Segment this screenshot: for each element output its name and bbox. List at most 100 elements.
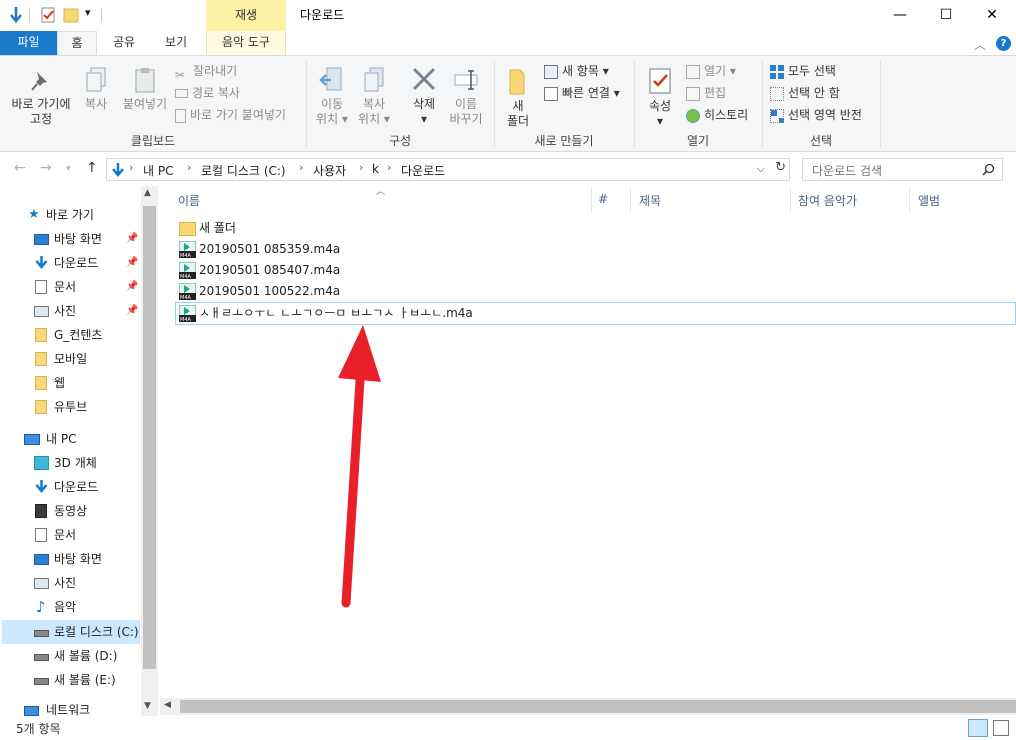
column-divider[interactable]: [591, 188, 592, 212]
column-header-title[interactable]: 제목: [639, 192, 661, 209]
nav-item-desktop[interactable]: 바탕 화면 📌: [34, 227, 138, 251]
nav-item-folder[interactable]: 모바일: [34, 347, 87, 371]
minimize-button[interactable]: —: [877, 0, 923, 31]
paste-button[interactable]: 붙여넣기: [118, 66, 172, 112]
nav-this-pc[interactable]: 내 PC: [24, 427, 76, 451]
column-header-number[interactable]: #: [598, 192, 608, 206]
nav-pc-volume-d[interactable]: 새 볼륨 (D:): [34, 644, 117, 668]
column-divider[interactable]: [630, 188, 631, 212]
open-button[interactable]: 열기 ▾: [686, 61, 736, 81]
help-icon[interactable]: ?: [996, 36, 1011, 51]
select-all-button[interactable]: 모두 선택: [770, 61, 836, 81]
up-arrow-icon[interactable]: ↑: [86, 160, 98, 176]
search-box[interactable]: 다운로드 검색: [802, 158, 1003, 181]
nav-network[interactable]: 네트워크: [24, 698, 90, 716]
svg-text:M4A: M4A: [180, 295, 191, 300]
breadcrumb-this-pc[interactable]: 내 PC: [143, 162, 173, 179]
search-icon[interactable]: [982, 163, 995, 176]
nav-pc-videos[interactable]: 동영상: [34, 499, 87, 523]
nav-item-downloads[interactable]: 다운로드 📌: [34, 251, 138, 275]
svg-text:M4A: M4A: [180, 317, 191, 322]
cut-button[interactable]: ✂ 잘라내기: [175, 61, 237, 82]
rename-button[interactable]: 이름 바꾸기: [446, 66, 486, 127]
easy-access-button[interactable]: 빠른 연결 ▾: [544, 83, 620, 103]
nav-pc-documents[interactable]: 문서: [34, 523, 76, 547]
details-view-icon[interactable]: [968, 719, 988, 737]
move-to-button[interactable]: 이동 위치 ▾: [312, 66, 352, 127]
properties-label: 속성 ▾: [648, 99, 672, 128]
pin-quick-access-button[interactable]: 바로 가기에 고정: [4, 68, 78, 127]
paste-shortcut-button[interactable]: 바로 가기 붙여넣기: [175, 105, 286, 125]
refresh-icon[interactable]: ↻: [775, 160, 786, 175]
breadcrumb-separator[interactable]: ›: [129, 161, 133, 174]
maximize-button[interactable]: ☐: [923, 0, 969, 31]
nav-pc-music[interactable]: ♪ 음악: [34, 595, 76, 619]
h-scrollbar-thumb[interactable]: [180, 700, 1016, 713]
nav-pc-downloads[interactable]: 다운로드: [34, 475, 98, 499]
column-divider[interactable]: [909, 188, 910, 212]
scroll-left-arrow-icon[interactable]: ◀: [164, 700, 171, 710]
new-folder-button[interactable]: 새 폴더: [500, 66, 536, 129]
scroll-down-arrow-icon[interactable]: ▼: [144, 701, 151, 711]
history-button[interactable]: 히스토리: [686, 105, 748, 125]
properties-button[interactable]: 속성 ▾: [640, 66, 680, 129]
nav-pc-3d-objects[interactable]: 3D 개체: [34, 451, 97, 475]
column-divider[interactable]: [790, 188, 791, 212]
address-bar[interactable]: › 내 PC › 로컬 디스크 (C:) › 사용자 › k › 다운로드 ⌵ …: [106, 158, 790, 181]
delete-x-icon: [412, 67, 436, 91]
tab-share[interactable]: 공유: [104, 31, 144, 55]
new-item-button[interactable]: 새 항목 ▾: [544, 61, 609, 81]
nav-pc-pictures[interactable]: 사진: [34, 571, 76, 595]
new-folder-quick-icon[interactable]: [63, 6, 79, 24]
breadcrumb-separator[interactable]: ›: [387, 161, 391, 174]
nav-quick-access[interactable]: ★ 바로 가기: [28, 203, 94, 227]
tab-home[interactable]: 홈: [57, 31, 97, 56]
nav-pc-desktop[interactable]: 바탕 화면: [34, 547, 102, 571]
nav-pc-volume-e[interactable]: 새 볼륨 (E:): [34, 668, 116, 692]
tab-music-tools[interactable]: 음악 도구: [206, 31, 286, 55]
invert-selection-button[interactable]: 선택 영역 반전: [770, 105, 862, 125]
collapse-ribbon-icon[interactable]: ︿: [974, 36, 986, 53]
forward-arrow-icon[interactable]: →: [40, 160, 52, 176]
pin-icon: [31, 72, 47, 91]
large-icons-view-icon[interactable]: [993, 720, 1009, 736]
address-dropdown-icon[interactable]: ⌵: [757, 162, 765, 176]
column-header-artist[interactable]: 참여 음악가: [798, 192, 857, 209]
folder-icon: [35, 400, 47, 414]
close-button[interactable]: ✕: [969, 0, 1015, 31]
select-none-button[interactable]: 선택 안 함: [770, 83, 840, 103]
move-to-icon: [319, 67, 342, 91]
breadcrumb-user-k[interactable]: k: [372, 162, 379, 176]
properties-quick-icon[interactable]: [40, 6, 56, 24]
column-header-album[interactable]: 앨범: [918, 192, 940, 209]
scroll-up-arrow-icon[interactable]: ▲: [144, 188, 151, 198]
nav-item-folder[interactable]: 유투브: [34, 395, 87, 419]
copy-to-button[interactable]: 복사 위치 ▾: [354, 66, 394, 127]
breadcrumb-separator[interactable]: ›: [187, 161, 191, 174]
search-input[interactable]: 다운로드 검색: [812, 162, 882, 179]
copy-button[interactable]: 복사: [78, 66, 114, 112]
recent-locations-icon[interactable]: ▾: [66, 164, 71, 174]
nav-item-label: 유투브: [54, 400, 88, 414]
breadcrumb-local-disk[interactable]: 로컬 디스크 (C:): [201, 162, 286, 179]
breadcrumb-separator[interactable]: ›: [359, 161, 363, 174]
nav-pc-local-disk[interactable]: 로컬 디스크 (C:): [34, 620, 139, 644]
invert-selection-icon: [770, 108, 784, 123]
breadcrumb-users[interactable]: 사용자: [313, 162, 346, 179]
breadcrumb-separator[interactable]: ›: [299, 161, 303, 174]
nav-item-folder[interactable]: 웹: [34, 371, 65, 395]
breadcrumb-downloads[interactable]: 다운로드: [401, 162, 445, 179]
delete-button[interactable]: 삭제 ▾: [406, 66, 442, 127]
nav-item-pictures[interactable]: 사진 📌: [34, 299, 138, 323]
back-arrow-icon[interactable]: ←: [14, 160, 26, 176]
nav-item-folder[interactable]: G_컨텐츠: [34, 323, 102, 347]
tab-file[interactable]: 파일: [0, 31, 57, 55]
copy-path-button[interactable]: 경로 복사: [175, 83, 240, 103]
customize-quick-access-icon[interactable]: ▾: [85, 6, 91, 19]
nav-scrollbar-thumb[interactable]: [143, 206, 156, 669]
tab-view[interactable]: 보기: [150, 31, 202, 55]
column-header-name[interactable]: 이름: [178, 192, 200, 209]
nav-item-documents[interactable]: 문서 📌: [34, 275, 138, 299]
edit-button[interactable]: 편집: [686, 83, 726, 103]
download-arrow-icon: [10, 7, 22, 23]
